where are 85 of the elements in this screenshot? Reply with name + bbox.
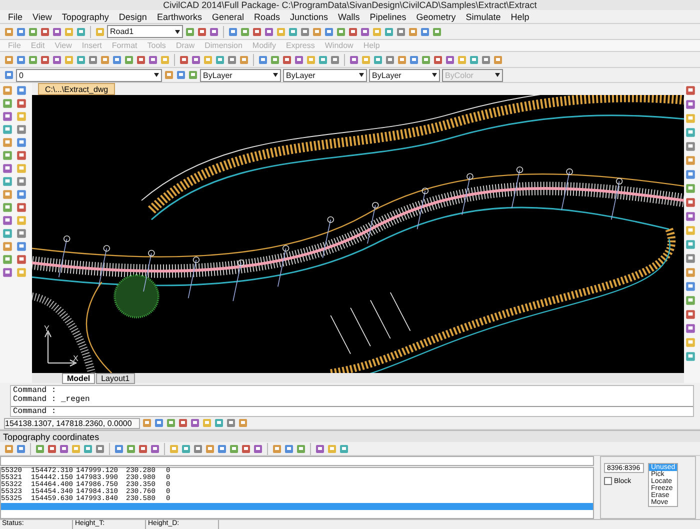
tool-icon[interactable]: [2, 85, 13, 96]
tool-icon[interactable]: [685, 113, 696, 124]
tool-icon[interactable]: [16, 150, 27, 161]
tool-icon[interactable]: [2, 150, 13, 161]
layer-dropdown[interactable]: 0: [16, 68, 162, 82]
tool-icon[interactable]: [685, 323, 696, 334]
menu-item[interactable]: Help: [506, 12, 534, 22]
menu-item[interactable]: File: [4, 12, 27, 22]
caret-icon: [359, 73, 364, 77]
command-prompt: Command :: [11, 406, 693, 416]
tool-icon[interactable]: [685, 127, 696, 138]
tool-icon[interactable]: [685, 197, 696, 208]
menu-item[interactable]: View: [28, 12, 56, 22]
tool-icon[interactable]: [2, 176, 13, 187]
tool-icon[interactable]: [2, 215, 13, 226]
tool-icon[interactable]: [16, 267, 27, 278]
tool-icon[interactable]: [2, 124, 13, 135]
tool-icon[interactable]: [685, 281, 696, 292]
tool-icon[interactable]: [685, 295, 696, 306]
tool-icon[interactable]: [2, 241, 13, 252]
tool-icon[interactable]: [685, 253, 696, 264]
tool-icon[interactable]: [685, 85, 696, 96]
tool-icon[interactable]: [685, 337, 696, 348]
tool-icon[interactable]: [2, 137, 13, 148]
tool-icon[interactable]: [2, 163, 13, 174]
tool-icon[interactable]: [16, 137, 27, 148]
tool-icon[interactable]: [16, 111, 27, 122]
menu-item[interactable]: Roads: [250, 12, 284, 22]
tool-icon[interactable]: [16, 176, 27, 187]
menu-item[interactable]: Design: [114, 12, 151, 22]
menu-item[interactable]: Geometry: [412, 12, 460, 22]
tool-icon[interactable]: [685, 309, 696, 320]
tool-icon[interactable]: [685, 99, 696, 110]
menu-item[interactable]: Pipelines: [366, 12, 410, 22]
tool-icon[interactable]: [16, 228, 27, 239]
caret-icon: [273, 73, 278, 77]
tool-icon[interactable]: [16, 202, 27, 213]
tool-icon[interactable]: [685, 239, 696, 250]
menu-item[interactable]: Earthworks: [152, 12, 206, 22]
tool-icon[interactable]: [2, 267, 13, 278]
tool-icon[interactable]: [16, 241, 27, 252]
document-tab[interactable]: C:\...\Extract_dwg: [38, 83, 116, 95]
tool-icon[interactable]: [16, 215, 27, 226]
command-history-line: Command : _regen: [12, 395, 91, 404]
coordinates-readout: 154138.1307, 147818.2360, 0.0000: [4, 418, 140, 428]
command-history-line: Command :: [12, 386, 58, 395]
caret-icon: [495, 73, 500, 77]
tool-icon[interactable]: [16, 124, 27, 135]
caret-icon: [175, 30, 180, 34]
tool-icon[interactable]: [16, 85, 27, 96]
tool-icon[interactable]: [685, 169, 696, 180]
window-title: CivilCAD 2014\Full Package- C:\ProgramData\SivanDesign\CivilCAD\Samples\Extract\Extract: [0, 0, 700, 10]
menu-item[interactable]: Walls: [334, 12, 364, 22]
menu-item[interactable]: Simulate: [462, 12, 505, 22]
tool-icon[interactable]: [2, 111, 13, 122]
menu-item[interactable]: Junctions: [286, 12, 332, 22]
lineweight-dropdown[interactable]: ByLayer: [369, 68, 440, 82]
tool-icon[interactable]: [685, 183, 696, 194]
color-dropdown[interactable]: ByLayer: [200, 68, 281, 82]
menu-item[interactable]: Topography: [58, 12, 113, 22]
tool-icon[interactable]: [2, 254, 13, 265]
panel-title: Topography coordinates: [0, 430, 700, 442]
tool-icon[interactable]: [16, 189, 27, 200]
road-dropdown[interactable]: Road1: [107, 25, 183, 38]
tool-icon[interactable]: [685, 211, 696, 222]
tool-icon[interactable]: [685, 141, 696, 152]
tool-icon[interactable]: [685, 267, 696, 278]
tool-icon[interactable]: [16, 163, 27, 174]
caret-icon: [154, 73, 159, 77]
menu-item[interactable]: General: [208, 12, 248, 22]
layout-tab[interactable]: Model: [62, 372, 96, 384]
command-window[interactable]: Command : Command : _regen Command :: [10, 385, 694, 417]
tool-icon[interactable]: [2, 228, 13, 239]
tool-icon[interactable]: [685, 351, 696, 362]
caret-icon: [432, 73, 437, 77]
input-field[interactable]: [0, 456, 594, 466]
tool-icon[interactable]: [2, 202, 13, 213]
tool-icon[interactable]: [2, 98, 13, 109]
tool-icon[interactable]: [685, 155, 696, 166]
tool-icon[interactable]: [16, 98, 27, 109]
tool-icon[interactable]: [2, 189, 13, 200]
layout-tab[interactable]: Layout1: [96, 372, 135, 384]
tool-icon[interactable]: [685, 225, 696, 236]
linetype-dropdown[interactable]: ByLayer: [283, 68, 367, 82]
tool-icon[interactable]: [16, 254, 27, 265]
